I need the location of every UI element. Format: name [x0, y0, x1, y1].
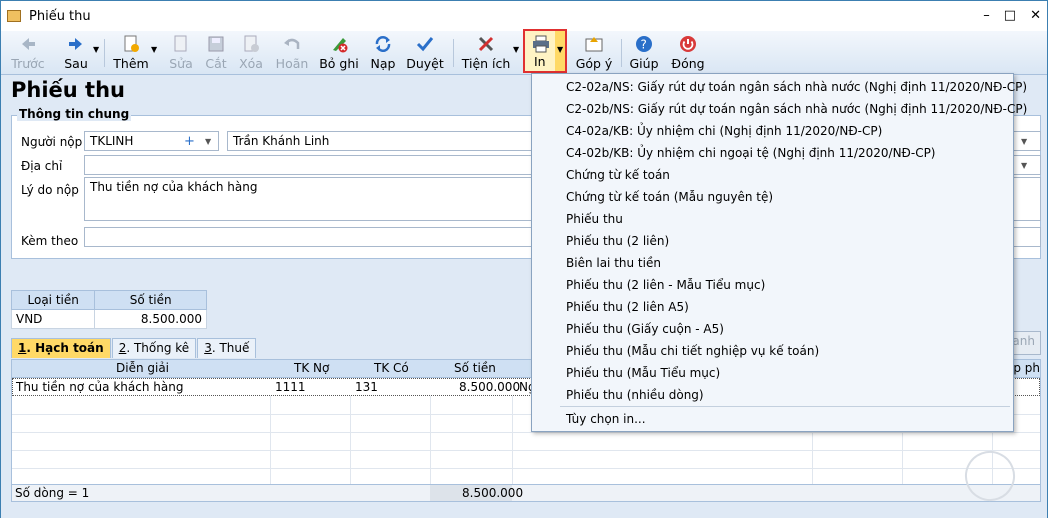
- menu-item[interactable]: Chứng từ kế toán: [566, 168, 670, 182]
- debit-header: TK Nợ: [294, 361, 330, 375]
- general-info-title: Thông tin chung: [17, 107, 132, 121]
- undo-icon: [283, 33, 301, 55]
- row-count: Số dòng = 1: [15, 486, 90, 500]
- menu-item[interactable]: Phiếu thu: [566, 212, 623, 226]
- currency-type-cell[interactable]: VND: [10, 309, 96, 329]
- menu-item[interactable]: Phiếu thu (Mẫu Tiểu mục): [566, 366, 720, 380]
- edit-button[interactable]: Sửa: [167, 33, 195, 73]
- print-menu: C2-02a/NS: Giấy rút dự toán ngân sách nh…: [531, 73, 1027, 432]
- currency-amount-header: Số tiền: [94, 290, 207, 310]
- close-button[interactable]: Đóng: [671, 33, 705, 73]
- menu-item[interactable]: C4-02b/KB: Ủy nhiệm chi ngoại tệ (Nghị đ…: [566, 146, 936, 160]
- add-payer-icon[interactable]: +: [184, 134, 195, 149]
- delete-icon: [243, 33, 259, 55]
- menu-item[interactable]: C2-02b/NS: Giấy rút dự toán ngân sách nh…: [566, 102, 1027, 116]
- title-bar: Phiếu thu – □ ✕: [1, 1, 1047, 31]
- prev-button[interactable]: Trước: [11, 33, 45, 73]
- print-button[interactable]: In ▼: [523, 29, 567, 73]
- help-button[interactable]: ? Giúp: [629, 33, 659, 73]
- row-desc: Thu tiền nợ của khách hàng: [16, 380, 184, 394]
- delete-button[interactable]: Xóa: [237, 33, 265, 73]
- printer-icon: [532, 35, 550, 56]
- row-debit: 1111: [275, 380, 306, 394]
- reload-button[interactable]: Nạp: [369, 33, 397, 73]
- cut-button[interactable]: Cắt: [203, 33, 229, 73]
- reason-label: Lý do nộp: [21, 183, 79, 197]
- unpost-button[interactable]: Bỏ ghi: [319, 33, 359, 73]
- currency-type-header: Loại tiền: [10, 290, 96, 310]
- amount-header: Số tiền: [454, 361, 496, 375]
- utilities-button[interactable]: Tiện ích: [462, 33, 510, 73]
- minimize-button[interactable]: –: [983, 8, 990, 23]
- menu-item[interactable]: Chứng từ kế toán (Mẫu nguyên tệ): [566, 190, 773, 204]
- attachment-label: Kèm theo: [21, 234, 79, 248]
- row-credit: 131: [355, 380, 378, 394]
- currency-amount-cell[interactable]: 8.500.000: [94, 309, 207, 329]
- print-dropdown-arrow[interactable]: ▼: [557, 45, 563, 54]
- app-window: Phiếu thu – □ ✕ Trước Sau ▼ Thêm ▼ Sửa C…: [0, 0, 1048, 518]
- address-dropdown-arrow[interactable]: ▼: [1021, 161, 1027, 170]
- credit-header: TK Có: [374, 361, 409, 375]
- add-dropdown-arrow[interactable]: ▼: [151, 45, 157, 55]
- next-button[interactable]: Sau: [61, 33, 91, 73]
- tab-statistics[interactable]: 2. Thống kê: [111, 338, 197, 358]
- payer-dropdown-arrow[interactable]: ▼: [205, 137, 211, 146]
- feedback-button[interactable]: Góp ý: [576, 33, 612, 73]
- svg-text:?: ?: [641, 38, 647, 52]
- tab-tax[interactable]: 3. Thuế: [197, 338, 257, 358]
- status-bar: [1, 502, 1047, 518]
- menu-item[interactable]: Phiếu thu (Mẫu chi tiết nghiệp vụ kế toá…: [566, 344, 819, 358]
- power-icon: [679, 33, 697, 55]
- approve-button[interactable]: Duyệt: [406, 33, 444, 73]
- page-title: Phiếu thu: [11, 78, 125, 102]
- refresh-icon: [374, 33, 392, 55]
- total-amount: 8.500.000: [462, 486, 524, 500]
- new-document-icon: [123, 33, 139, 55]
- next-dropdown-arrow[interactable]: ▼: [93, 45, 99, 55]
- menu-item[interactable]: Phiếu thu (2 liên A5): [566, 300, 689, 314]
- menu-separator: [560, 406, 1010, 407]
- address-label: Địa chỉ: [21, 159, 63, 173]
- menu-item[interactable]: C2-02a/NS: Giấy rút dự toán ngân sách nh…: [566, 80, 1027, 94]
- menu-item[interactable]: Phiếu thu (2 liên): [566, 234, 669, 248]
- menu-item[interactable]: C4-02a/KB: Ủy nhiệm chi (Nghị định 11/20…: [566, 124, 882, 138]
- feedback-icon: [585, 33, 603, 55]
- window-title: Phiếu thu: [29, 8, 91, 24]
- edit-icon: [173, 33, 189, 55]
- unpost-pen-icon: [330, 33, 348, 55]
- print-label: In: [534, 54, 546, 69]
- desc-header: Diễn giải: [116, 361, 170, 375]
- maximize-button[interactable]: □: [1004, 8, 1016, 23]
- grid-footer: Số dòng = 1 8.500.000: [12, 484, 1040, 501]
- utilities-dropdown-arrow[interactable]: ▼: [513, 45, 519, 55]
- checkmark-icon: [416, 33, 434, 55]
- payer-label: Người nộp: [21, 135, 83, 149]
- tab-accounting[interactable]: 1. Hạch toán: [11, 338, 111, 358]
- row-amount: 8.500.000: [459, 380, 521, 394]
- help-icon: ?: [635, 33, 653, 55]
- payer-name-dropdown-arrow[interactable]: ▼: [1021, 137, 1027, 146]
- arrow-left-icon: [19, 33, 37, 55]
- detail-tabs: 1. Hạch toán 2. Thống kê 3. Thuế: [11, 338, 257, 358]
- close-window-button[interactable]: ✕: [1030, 8, 1041, 23]
- menu-item[interactable]: Phiếu thu (2 liên - Mẫu Tiểu mục): [566, 278, 765, 292]
- arrow-right-icon: [67, 33, 85, 55]
- print-options-item[interactable]: Tùy chọn in...: [566, 412, 646, 426]
- currency-table: Loại tiền Số tiền VND 8.500.000: [10, 290, 207, 329]
- undo-button[interactable]: Hoãn: [275, 33, 309, 73]
- tools-icon: [477, 33, 495, 55]
- menu-item[interactable]: Phiếu thu (nhiều dòng): [566, 388, 704, 402]
- add-button[interactable]: Thêm: [113, 33, 149, 73]
- save-disk-icon: [208, 33, 224, 55]
- app-icon: [7, 10, 21, 22]
- payer-code-field[interactable]: TKLINH: [84, 131, 219, 151]
- menu-item[interactable]: Biên lai thu tiền: [566, 256, 661, 270]
- menu-item[interactable]: Phiếu thu (Giấy cuộn - A5): [566, 322, 724, 336]
